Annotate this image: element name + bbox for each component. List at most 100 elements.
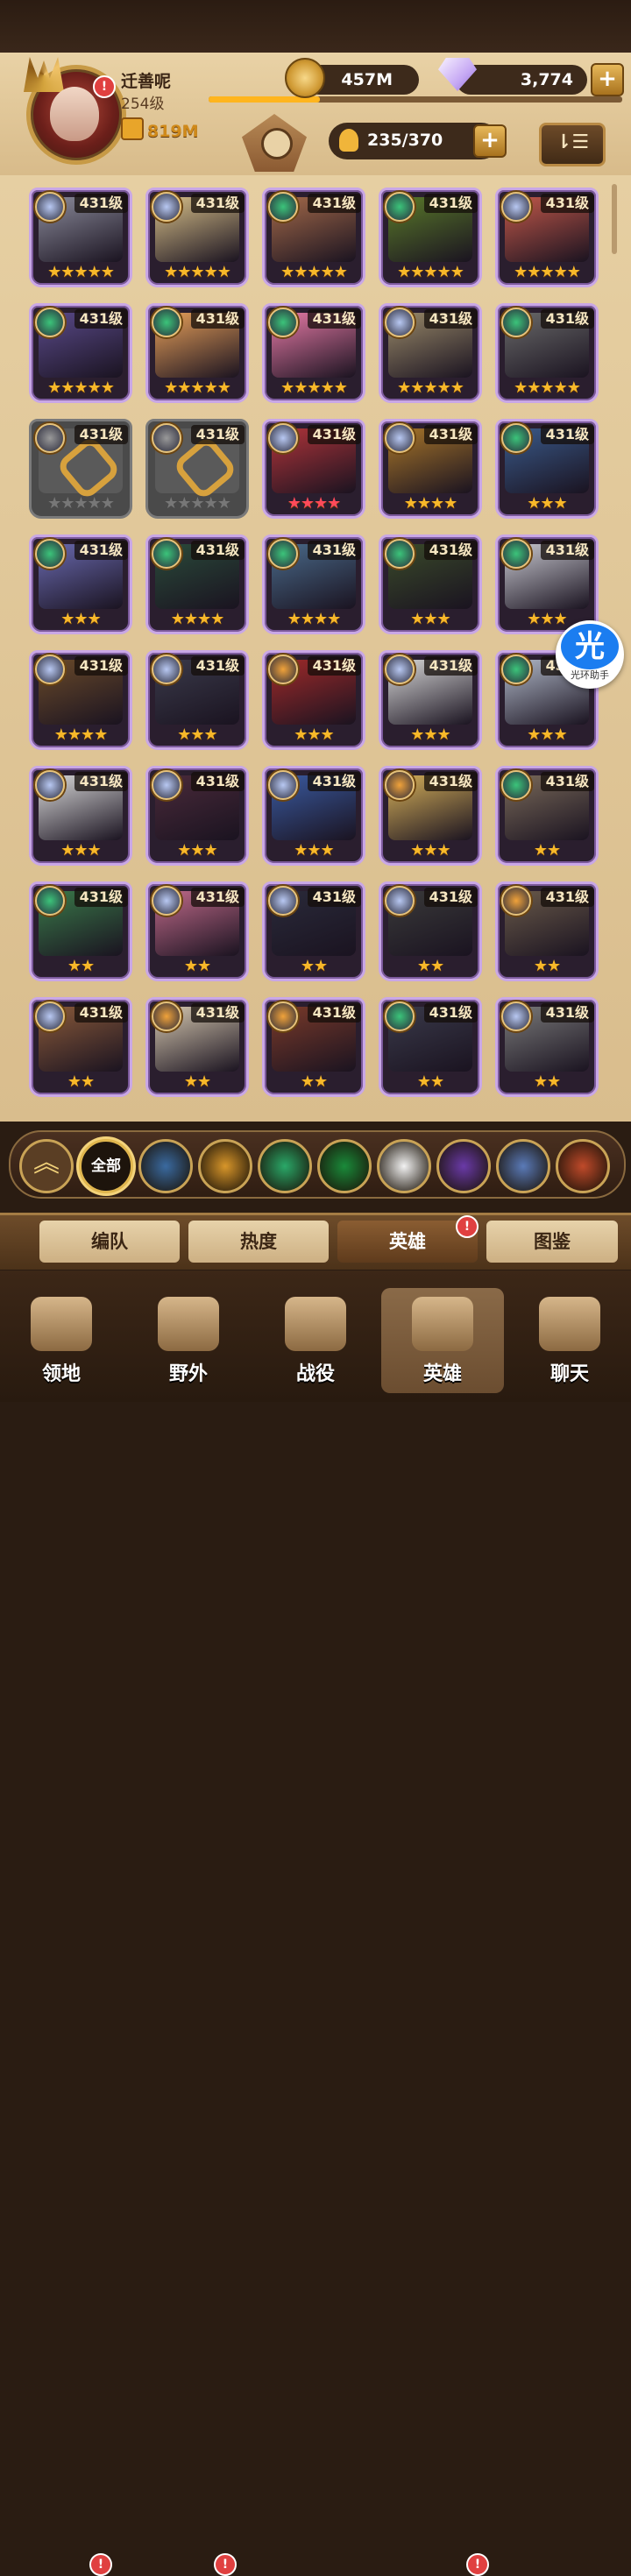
filter-celestial-icon[interactable] [377,1139,431,1193]
hero-card[interactable]: 431级★★★ [262,650,365,750]
hero-stars: ★★★ [294,841,334,860]
faction-icon [152,423,181,453]
expand-capacity-button[interactable]: + [473,124,507,158]
filter-all-button[interactable]: 全部 [79,1139,133,1193]
halo-assistant-icon: 光 [561,624,619,669]
tab-heroes-notification: ! [456,1215,479,1238]
hero-card[interactable]: 431级 ★★ [145,997,249,1097]
hero-card[interactable]: 431级 ★★★★★ [145,188,249,287]
nav-campaign[interactable]: 战役 [254,1288,377,1393]
hero-card[interactable]: 431级 ★★★★★ [29,188,132,287]
hero-card[interactable]: 431级★★★ [145,766,249,866]
hero-level: 431级 [540,309,594,329]
buy-diamonds-button[interactable]: + [591,63,624,96]
guild-emblem[interactable] [242,114,307,172]
hero-card[interactable]: 431级 ★★★ [262,766,365,866]
hero-stars: ★★★★ [287,494,342,513]
hero-stars: ★★★★★ [47,494,115,513]
hero-card[interactable]: 431级 ★★★★★ [262,188,365,287]
hero-card[interactable]: 431级 ★★ [29,997,132,1097]
hero-grid-scrollbar[interactable] [612,184,617,254]
hero-stars: ★★★★★ [397,379,464,397]
hero-card[interactable]: 431级 ★★★★ [262,534,365,634]
hero-card[interactable]: 431级 ★★ [495,766,599,866]
hero-card[interactable]: 431级 ★★★★★ [495,188,599,287]
hero-card[interactable]: 431级 ★★★★★ [145,303,249,403]
faction-icon [35,192,65,222]
hero-card[interactable]: 431级★★★ [29,766,132,866]
faction-icon [385,770,415,800]
hero-card[interactable]: 431级 ★★ [379,997,482,1097]
tab-codex[interactable]: 图鉴 [486,1221,618,1263]
hero-card[interactable]: 431级 ★★ [29,881,132,981]
hero-card[interactable]: 431级 ★★ [262,881,365,981]
hero-card[interactable]: 431级 ★★ [262,997,365,1097]
hero-card[interactable]: 431级★★★ [379,650,482,750]
gauntlet-icon [412,1297,473,1351]
hero-card[interactable]: 431级★★★ [495,419,599,519]
faction-icon [35,655,65,684]
nav-chat[interactable]: 聊天 [508,1288,631,1393]
tab-formation[interactable]: 编队 [39,1221,180,1263]
hero-card[interactable]: 431级 ★★★★★ [379,303,482,403]
hero-level: 431级 [190,425,245,444]
hero-card[interactable]: 431级★★★ [495,534,599,634]
hero-card[interactable]: 431级 ★★★★ [29,650,132,750]
locked-hero-card[interactable]: 431级 ★★★★★ [145,419,249,519]
filter-hypogean-icon[interactable] [436,1139,491,1193]
hero-card[interactable]: 431级 ★★★★★ [29,303,132,403]
faction-icon [35,539,65,569]
hero-card[interactable]: 431级 ★★★★★ [379,188,482,287]
faction-icon [501,886,531,916]
hero-level: 431级 [74,656,128,676]
filter-graveborn-icon[interactable] [317,1139,372,1193]
nav-wilderness[interactable]: 野外 [127,1288,250,1393]
hero-stars: ★★ [533,1072,561,1091]
power-value: 819M [147,122,199,141]
hero-card[interactable]: 431级 ★★★★★ [495,303,599,403]
map-scroll-icon [158,1297,219,1351]
player-name: 迁善呢 [121,72,172,91]
hero-stars: ★★★★★ [280,379,348,397]
hero-level: 431级 [423,772,478,791]
tab-popularity[interactable]: 热度 [188,1221,329,1263]
hero-card[interactable]: 431级★★★ [29,534,132,634]
hero-level: 431级 [540,541,594,560]
filter-mauler-icon[interactable] [198,1139,252,1193]
hero-stars: ★★ [300,1072,328,1091]
halo-assistant-badge[interactable]: 光 光环助手 [556,620,624,689]
hero-level: 431级 [423,541,478,560]
hero-card[interactable]: 431级 ★★ [145,881,249,981]
player-power: 819M [121,117,199,141]
nav-heroes[interactable]: 英雄 [381,1288,504,1393]
hero-card[interactable]: 431级★★★ [379,534,482,634]
filter-fire-icon[interactable] [556,1139,610,1193]
hero-card[interactable]: 431级 ★★ [495,997,599,1097]
hero-card[interactable]: 431级 ★★★★★ [262,303,365,403]
hero-tabs: 编队 热度 英雄 ! 图鉴 [0,1213,631,1270]
hero-card[interactable]: 431级 ★★ [379,881,482,981]
hero-level: 431级 [423,1003,478,1023]
filter-wilder-icon[interactable] [258,1139,312,1193]
hero-card[interactable]: 431级 ★★ [495,881,599,981]
hero-stars: ★★ [67,957,95,975]
faction-icon [35,308,65,337]
guild-emblem-inner [261,128,293,159]
hero-level: 431级 [540,194,594,213]
hero-level: 431级 [423,194,478,213]
hero-stars: ★★ [533,841,561,860]
hero-card[interactable]: 431级 ★★★★ [379,419,482,519]
filter-collapse-button[interactable]: ︽ [19,1139,74,1193]
nav-territory[interactable]: 领地 [0,1288,123,1393]
filter-dimensional-icon[interactable] [496,1139,550,1193]
locked-hero-card[interactable]: 431级 ★★★★★ [29,419,132,519]
filter-lightbearer-icon[interactable] [138,1139,193,1193]
sort-button[interactable]: ⇂☰ [539,123,606,166]
faction-icon [152,539,181,569]
hero-card[interactable]: 431级 ★★★★ [262,419,365,519]
hero-card[interactable]: 431级 ★★★★ [145,534,249,634]
hero-level: 431级 [307,772,361,791]
hero-card[interactable]: 431级★★★ [379,766,482,866]
hero-level: 431级 [190,309,245,329]
hero-card[interactable]: 431级★★★ [145,650,249,750]
